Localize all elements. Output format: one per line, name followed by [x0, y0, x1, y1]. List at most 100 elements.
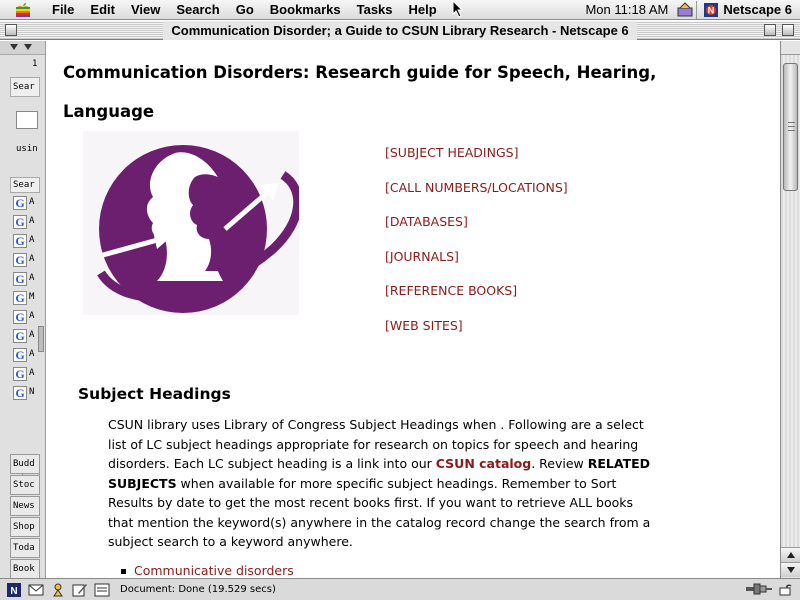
menu-bookmarks[interactable]: Bookmarks — [262, 0, 349, 20]
window-close-button[interactable] — [5, 24, 17, 36]
scroll-down-button[interactable] — [781, 562, 800, 577]
menu-search[interactable]: Search — [168, 0, 227, 20]
sidebar-search-input[interactable] — [16, 111, 38, 129]
google-icon: G — [13, 215, 27, 229]
netscape-app-icon: N — [704, 2, 719, 17]
guide-link-item: [CALL NUMBERS/LOCATIONS] — [385, 180, 568, 215]
google-icon: G — [13, 367, 27, 381]
mouse-pointer-icon — [452, 0, 464, 18]
vertical-scrollbar[interactable] — [780, 41, 800, 578]
composer-icon[interactable] — [72, 583, 88, 597]
app-menu-label: Netscape 6 — [723, 2, 792, 17]
google-icon: G — [13, 310, 27, 324]
sidebar-collapse-icon[interactable] — [10, 44, 18, 50]
result-text: A — [29, 216, 35, 226]
google-icon: G — [13, 196, 27, 210]
subject-heading-list: Communicative disorders — [121, 563, 294, 578]
instant-messenger-icon[interactable] — [50, 583, 66, 597]
subject-headings-paragraph: CSUN library uses Library of Congress Su… — [108, 415, 653, 552]
link-web-sites[interactable]: [WEB SITES] — [385, 318, 463, 333]
result-text: A — [29, 368, 35, 378]
sidebar-results-label: Sear — [13, 180, 35, 190]
status-bar: N Document: Done (19.529 secs) — [0, 578, 800, 600]
status-right-icons — [746, 582, 792, 596]
result-text: A — [29, 235, 35, 245]
grip-icon — [788, 130, 795, 131]
scroll-up-button[interactable] — [781, 547, 800, 562]
google-icon: G — [13, 329, 27, 343]
sidebar-menu-icon[interactable] — [24, 44, 32, 50]
link-call-numbers-locations[interactable]: [CALL NUMBERS/LOCATIONS] — [385, 180, 568, 195]
window-collapse-button[interactable] — [782, 24, 794, 36]
control-strip-icon[interactable] — [676, 1, 694, 18]
menubar-clock[interactable]: Mon 11:18 AM — [577, 2, 676, 17]
arrow-up-icon — [786, 552, 795, 558]
application-menu[interactable]: N Netscape 6 — [699, 2, 800, 18]
sidebar-tab-buddy[interactable]: Budd — [10, 454, 40, 474]
menubar-separator — [696, 0, 698, 19]
guide-links-list: [SUBJECT HEADINGS] [CALL NUMBERS/LOCATIO… — [385, 145, 568, 353]
sidebar-using-label: usin — [16, 144, 38, 154]
status-text: Document: Done (19.529 secs) — [120, 584, 276, 595]
google-icon: G — [13, 291, 27, 305]
apple-menu-icon[interactable] — [14, 2, 32, 18]
result-text: A — [29, 197, 35, 207]
menu-edit[interactable]: Edit — [82, 0, 123, 20]
svg-text:N: N — [708, 5, 715, 15]
window-title-bar[interactable]: Communication Disorder; a Guide to CSUN … — [0, 20, 800, 40]
menu-go[interactable]: Go — [228, 0, 262, 20]
address-book-icon[interactable] — [94, 583, 110, 597]
subject-link-communicative-disorders[interactable]: Communicative disorders — [134, 563, 294, 578]
csun-catalog-link[interactable]: CSUN catalog — [436, 456, 531, 471]
sidebar-search-label: Sear — [13, 82, 35, 92]
menu-view[interactable]: View — [123, 0, 168, 20]
google-icon: G — [13, 386, 27, 400]
page-content: Communication Disorders: Research guide … — [47, 41, 780, 578]
guide-link-item: [DATABASES] — [385, 214, 568, 249]
window-zoom-button[interactable] — [764, 24, 776, 36]
sidebar-tab-stocks[interactable]: Stoc — [10, 475, 40, 495]
link-journals[interactable]: [JOURNALS] — [385, 249, 459, 264]
google-icon: G — [13, 348, 27, 362]
result-text: A — [29, 311, 35, 321]
sidebar-header — [0, 41, 45, 55]
security-lock-icon[interactable] — [778, 582, 792, 596]
link-subject-headings[interactable]: [SUBJECT HEADINGS] — [385, 145, 518, 160]
paragraph-text: when available for more specific subject… — [108, 475, 651, 550]
result-text: A — [29, 254, 35, 264]
page-title: Communication Disorders: Research guide … — [63, 63, 657, 121]
guide-link-item: [WEB SITES] — [385, 318, 568, 353]
guide-link-item: [JOURNALS] — [385, 249, 568, 284]
communication-disorders-logo — [83, 131, 299, 315]
menu-bar: File Edit View Search Go Bookmarks Tasks… — [0, 0, 800, 20]
sidebar-top-text: 1 — [32, 59, 38, 69]
menu-file[interactable]: File — [44, 0, 82, 20]
navigator-icon[interactable]: N — [6, 582, 22, 597]
bullet-icon — [121, 569, 126, 574]
online-connection-icon[interactable] — [746, 583, 772, 595]
grip-icon — [788, 122, 795, 123]
section-title-subject-headings: Subject Headings — [78, 385, 231, 403]
google-icon: G — [13, 272, 27, 286]
arrow-down-icon — [786, 567, 795, 573]
window-title: Communication Disorder; a Guide to CSUN … — [163, 20, 637, 40]
menu-help[interactable]: Help — [401, 0, 445, 20]
list-item: Communicative disorders — [121, 563, 294, 578]
sidebar-tab-bookmarks[interactable]: Book — [10, 559, 40, 578]
guide-link-item: [SUBJECT HEADINGS] — [385, 145, 568, 180]
sidebar-tab-news[interactable]: News — [10, 496, 40, 516]
sidebar-tab-shop[interactable]: Shop — [10, 517, 40, 537]
sidebar-tab-today[interactable]: Toda — [10, 538, 40, 558]
mail-icon[interactable] — [28, 583, 44, 597]
sidebar-splitter-handle[interactable] — [38, 326, 44, 352]
result-text: A — [29, 273, 35, 283]
paragraph-text: . Review — [531, 456, 588, 471]
link-databases[interactable]: [DATABASES] — [385, 214, 468, 229]
link-reference-books[interactable]: [REFERENCE BOOKS] — [385, 283, 517, 298]
guide-link-item: [REFERENCE BOOKS] — [385, 283, 568, 318]
scrollbar-thumb[interactable] — [783, 63, 798, 191]
scrollbar-top-cap — [781, 41, 800, 55]
menu-tasks[interactable]: Tasks — [349, 0, 401, 20]
google-icon: G — [13, 234, 27, 248]
result-text: M — [29, 292, 35, 302]
